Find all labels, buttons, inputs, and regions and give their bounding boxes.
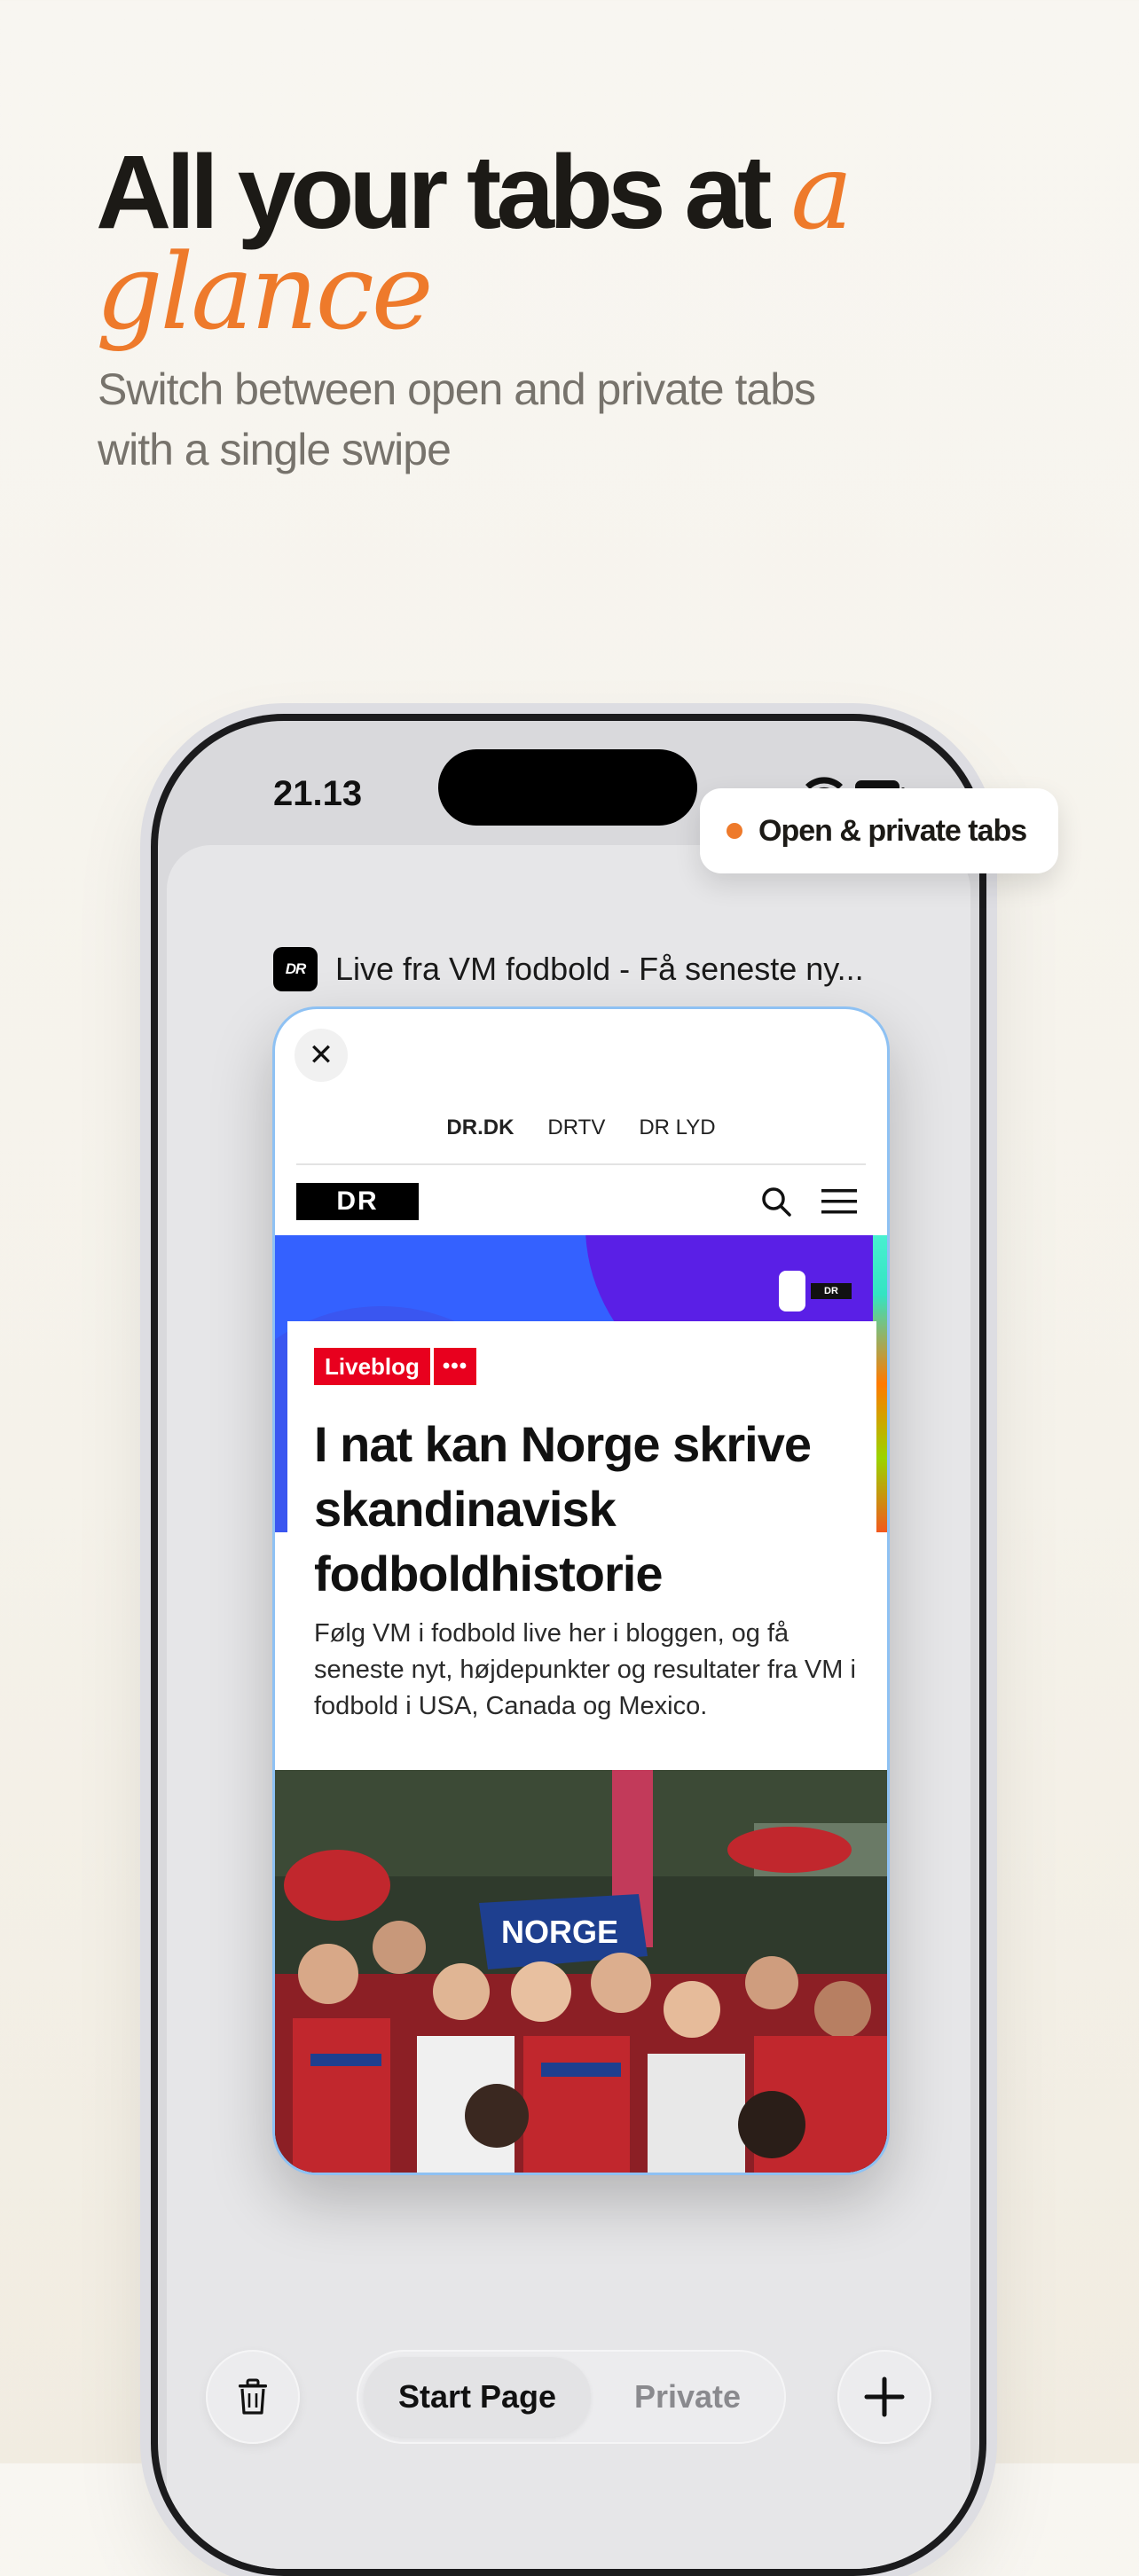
phone-screen: 21.13 DR Live fra VM fodbold - Få senest… (158, 721, 979, 2569)
nav-link-drtv[interactable]: DRTV (547, 1116, 605, 1151)
nav-divider (296, 1163, 866, 1165)
feature-pill: Open & private tabs (700, 788, 1058, 873)
segment-private[interactable]: Private (596, 2357, 779, 2437)
dynamic-island (438, 749, 697, 826)
search-icon[interactable] (759, 1185, 793, 1218)
headline-title-accent-glance: glance (96, 231, 434, 353)
article-intro: Liveblog ••• I nat kan Norge skrive skan… (287, 1321, 876, 1773)
close-icon: ✕ (308, 1038, 334, 1072)
liveblog-label: Liveblog (314, 1348, 430, 1385)
trash-icon (239, 2378, 267, 2415)
tab-toolbar: Start Page Private (158, 2344, 979, 2450)
subtitle-line-2: with a single swipe (98, 425, 452, 474)
subtitle-line-1: Switch between open and private tabs (98, 364, 816, 414)
article-lead: Følg VM i fodbold live her i bloggen, og… (314, 1619, 856, 1720)
headline: All your tabs at a glance (96, 139, 1072, 344)
segment-start-page[interactable]: Start Page (364, 2357, 591, 2437)
headline-title: All your tabs at a glance (96, 139, 1072, 344)
headline-subtitle: Switch between open and private tabs wit… (98, 359, 949, 480)
liveblog-dots-icon: ••• (433, 1348, 477, 1385)
site-top-nav: DR.DK DRTV DR LYD (275, 1116, 887, 1151)
tab-mode-segmented-control: Start Page Private (357, 2350, 786, 2444)
delete-tabs-button[interactable] (206, 2350, 300, 2444)
tab-header[interactable]: DR Live fra VM fodbold - Få seneste ny..… (273, 944, 864, 994)
dr-mini-logo: DR (811, 1283, 852, 1299)
liveblog-badge: Liveblog ••• (314, 1348, 477, 1385)
trophy-icon (779, 1271, 805, 1311)
feature-dot-icon (727, 823, 742, 839)
nav-link-drdk[interactable]: DR.DK (446, 1116, 514, 1151)
new-tab-button[interactable] (837, 2350, 931, 2444)
tab-title: Live fra VM fodbold - Få seneste ny... (335, 951, 864, 987)
menu-icon[interactable] (821, 1186, 857, 1217)
tab-card[interactable]: ✕ DR.DK DRTV DR LYD DR DR Liveblog ••• I… (272, 1006, 890, 2175)
article-headline[interactable]: I nat kan Norge skrive skandinavisk fodb… (314, 1412, 864, 1606)
scarf-text: NORGE (501, 1914, 618, 1950)
plus-icon (864, 2376, 905, 2417)
fans-crowd-image: NORGE (275, 1770, 887, 2173)
close-tab-button[interactable]: ✕ (295, 1029, 348, 1082)
phone-frame: 21.13 DR Live fra VM fodbold - Få senest… (151, 714, 986, 2576)
article-photo: NORGE (275, 1770, 887, 2173)
world-cup-badge: DR (779, 1269, 868, 1313)
dr-favicon-icon: DR (273, 947, 318, 991)
headline-title-accent: a (790, 130, 852, 253)
status-time: 21.13 (273, 774, 363, 813)
nav-link-drlyd[interactable]: DR LYD (639, 1116, 715, 1151)
dr-logo[interactable]: DR (296, 1183, 419, 1220)
feature-pill-label: Open & private tabs (758, 813, 1027, 848)
